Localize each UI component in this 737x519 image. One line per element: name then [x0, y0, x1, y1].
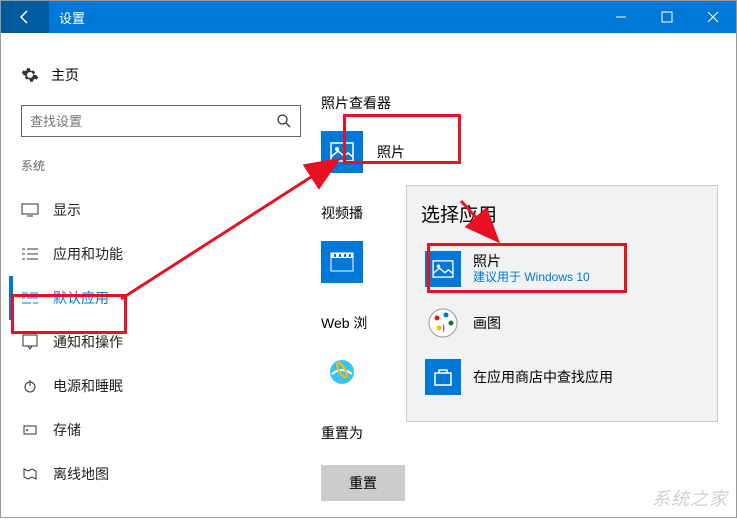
- sidebar-item-default-apps[interactable]: 默认应用: [9, 276, 301, 320]
- minimize-button[interactable]: [598, 1, 644, 33]
- power-icon: [21, 377, 39, 395]
- titlebar: 设置: [1, 1, 736, 33]
- photo-app-label: 照片: [377, 142, 405, 162]
- sidebar-item-label: 存储: [53, 420, 81, 440]
- photo-app-tile[interactable]: 照片: [321, 127, 736, 177]
- search-box[interactable]: [21, 105, 301, 137]
- sidebar: 主页 系统 显示 应用和功能 默认应用 通知和操作 电源和睡眠: [1, 33, 321, 517]
- popup-title: 选择应用: [421, 200, 703, 227]
- sidebar-item-notifications[interactable]: 通知和操作: [15, 320, 301, 364]
- window-title: 设置: [49, 8, 598, 27]
- notification-icon: [21, 333, 39, 351]
- sidebar-item-label: 应用和功能: [53, 244, 123, 264]
- reset-label: 重置为: [321, 423, 736, 443]
- search-icon: [276, 113, 292, 129]
- video-icon: [321, 241, 363, 283]
- sidebar-item-power[interactable]: 电源和睡眠: [15, 364, 301, 408]
- sidebar-item-label: 通知和操作: [53, 332, 123, 352]
- display-icon: [21, 201, 39, 219]
- app-picker-popup: 选择应用 照片 建议用于 Windows 10 画图 在应用商店中查找应用: [406, 185, 718, 422]
- sidebar-item-label: 显示: [53, 200, 81, 220]
- store-icon: [425, 359, 461, 395]
- sidebar-item-label: 默认应用: [53, 288, 109, 308]
- sidebar-item-display[interactable]: 显示: [15, 188, 301, 232]
- group-label: 系统: [21, 157, 301, 174]
- home-label: 主页: [51, 65, 79, 85]
- popup-item-store[interactable]: 在应用商店中查找应用: [421, 353, 703, 401]
- paint-icon: [425, 305, 461, 341]
- maximize-button[interactable]: [644, 1, 690, 33]
- sidebar-item-maps[interactable]: 离线地图: [15, 452, 301, 496]
- reset-button[interactable]: 重置: [321, 465, 405, 501]
- defaults-icon: [21, 289, 39, 307]
- watermark: 系统之家: [652, 485, 728, 511]
- back-button[interactable]: [1, 1, 49, 33]
- list-icon: [21, 245, 39, 263]
- sidebar-item-storage[interactable]: 存储: [15, 408, 301, 452]
- photos-icon: [425, 251, 461, 287]
- popup-item-label: 照片: [473, 252, 590, 270]
- storage-icon: [21, 421, 39, 439]
- popup-item-paint[interactable]: 画图: [421, 299, 703, 347]
- map-icon: [21, 465, 39, 483]
- popup-item-sub: 建议用于 Windows 10: [473, 270, 590, 286]
- home-link[interactable]: 主页: [21, 65, 301, 85]
- sidebar-item-apps[interactable]: 应用和功能: [15, 232, 301, 276]
- section-photo-viewer: 照片查看器: [321, 93, 736, 113]
- sidebar-item-label: 离线地图: [53, 464, 109, 484]
- ie-icon: [321, 351, 363, 393]
- gear-icon: [21, 66, 39, 84]
- popup-item-label: 画图: [473, 314, 501, 332]
- popup-item-photos[interactable]: 照片 建议用于 Windows 10: [421, 245, 703, 293]
- photos-icon: [321, 131, 363, 173]
- sidebar-item-label: 电源和睡眠: [53, 376, 123, 396]
- search-input[interactable]: [30, 114, 276, 129]
- popup-item-label: 在应用商店中查找应用: [473, 368, 613, 386]
- close-button[interactable]: [690, 1, 736, 33]
